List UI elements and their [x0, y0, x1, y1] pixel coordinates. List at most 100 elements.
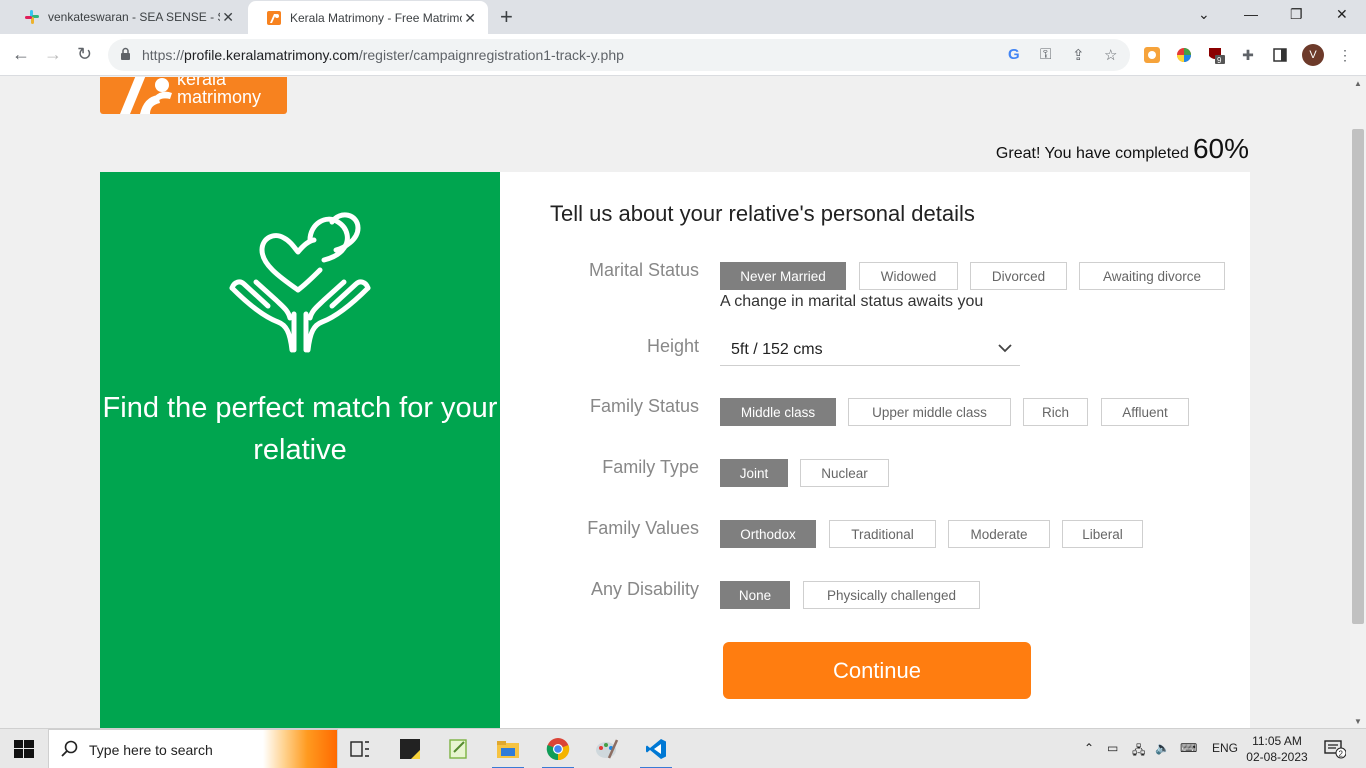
tab-kerala-matrimony[interactable]: Kerala Matrimony - Free Matrimo ✕ — [248, 1, 488, 34]
family-type-option-nuclear[interactable]: Nuclear — [800, 459, 889, 487]
search-highlight-image — [263, 730, 337, 768]
family-status-option-middle-class[interactable]: Middle class — [720, 398, 836, 426]
browser-toolbar: ← → ↻ https://profile.keralamatrimony.co… — [0, 34, 1366, 76]
keyboard-icon[interactable]: ⌨ — [1180, 741, 1197, 755]
tab-slack[interactable]: venkateswaran - SEA SENSE - Sla ✕ — [6, 0, 246, 34]
disability-option-physically-challenged[interactable]: Physically challenged — [803, 581, 980, 609]
restore-icon[interactable]: ❐ — [1290, 6, 1303, 23]
disability-label: Any Disability — [590, 579, 699, 599]
kerala-matrimony-logo[interactable]: kerala matrimony — [100, 77, 287, 114]
continue-button[interactable]: Continue — [723, 642, 1031, 699]
scrollbar-thumb[interactable] — [1352, 129, 1364, 624]
forward-icon[interactable]: → — [44, 44, 62, 65]
taskbar-search-box[interactable]: Type here to search — [48, 729, 338, 768]
marital-status-label: Marital Status — [588, 260, 699, 280]
extension-orange-icon[interactable] — [1143, 46, 1161, 64]
height-value: 5ft / 152 cms — [731, 341, 823, 358]
logo-line-2: matrimony — [177, 87, 262, 107]
family-values-option-moderate[interactable]: Moderate — [948, 520, 1050, 548]
extension-color-wheel-icon[interactable] — [1175, 46, 1193, 64]
family-values-option-orthodox[interactable]: Orthodox — [720, 520, 816, 548]
task-view-icon[interactable] — [338, 729, 382, 768]
scroll-down-arrow-icon[interactable]: ▼ — [1354, 717, 1362, 726]
profile-avatar[interactable]: V — [1302, 44, 1324, 66]
marital-option-widowed[interactable]: Widowed — [859, 262, 958, 290]
family-status-label: Family Status — [589, 396, 699, 416]
tray-overflow-chevron-icon[interactable]: ⌃ — [1084, 741, 1094, 755]
key-icon[interactable]: ⚿ — [1040, 46, 1051, 63]
language-indicator[interactable]: ENG — [1212, 741, 1238, 755]
family-status-option-affluent[interactable]: Affluent — [1101, 398, 1189, 426]
family-values-option-traditional[interactable]: Traditional — [829, 520, 936, 548]
logo-mark-icon — [120, 77, 172, 114]
family-status-option-rich[interactable]: Rich — [1023, 398, 1088, 426]
family-type-option-joint[interactable]: Joint — [720, 459, 788, 487]
page-viewport: kerala matrimony Great! You have complet… — [0, 77, 1350, 728]
lock-icon[interactable] — [120, 47, 131, 66]
battery-icon[interactable]: ▭ — [1107, 741, 1118, 755]
back-icon[interactable]: ← — [12, 44, 30, 65]
scroll-up-arrow-icon[interactable]: ▲ — [1354, 79, 1362, 88]
google-translate-icon[interactable]: G — [1008, 46, 1020, 63]
height-select[interactable]: 5ft / 152 cms — [720, 336, 1020, 366]
family-status-option-upper-middle-class[interactable]: Upper middle class — [848, 398, 1011, 426]
taskbar-clock[interactable]: 11:05 AM 02-08-2023 — [1246, 733, 1308, 765]
chevron-down-icon — [998, 344, 1012, 353]
browser-tab-strip: venkateswaran - SEA SENSE - Sla ✕ Kerala… — [0, 0, 1366, 34]
marital-option-awaiting-divorce[interactable]: Awaiting divorce — [1079, 262, 1225, 290]
windows-taskbar: Type here to search ⌃ ▭ 🖧 🔈 ⌨ ENG 11:05 … — [0, 728, 1366, 768]
disability-option-none[interactable]: None — [720, 581, 790, 609]
chrome-menu-icon[interactable]: ⋮ — [1336, 46, 1354, 64]
progress-text: Great! You have completed — [995, 145, 1189, 162]
search-placeholder: Type here to search — [89, 742, 213, 758]
family-values-label: Family Values — [587, 518, 699, 538]
close-window-icon[interactable]: ✕ — [1336, 6, 1348, 23]
extensions-puzzle-icon[interactable]: ✚ — [1239, 46, 1257, 64]
url-scheme: https:// — [142, 47, 185, 63]
progress-indicator: Great! You have completed 60% — [996, 133, 1249, 165]
url-path: /register/campaignregistration1-track-y.… — [358, 47, 624, 63]
url-host: profile.keralamatrimony.com — [184, 47, 359, 63]
notepad-plus-icon[interactable] — [437, 729, 481, 768]
minimize-icon[interactable]: — — [1244, 6, 1258, 22]
kerala-matrimony-icon — [266, 10, 282, 26]
ublock-icon[interactable]: 9 — [1207, 46, 1225, 64]
close-tab-icon[interactable]: ✕ — [464, 10, 476, 27]
height-label: Height — [646, 336, 699, 356]
tab-search-chevron-icon[interactable]: ⌄ — [1198, 6, 1210, 23]
svg-text:2: 2 — [1339, 750, 1344, 759]
marital-status-note: A change in marital status awaits you — [720, 293, 984, 310]
family-values-option-liberal[interactable]: Liberal — [1062, 520, 1143, 548]
slack-icon — [24, 9, 40, 25]
vscode-icon[interactable] — [634, 729, 678, 768]
progress-percent: 60% — [1192, 133, 1249, 164]
svg-text:9: 9 — [1217, 56, 1222, 64]
page-scrollbar[interactable]: ▲ ▼ — [1350, 77, 1366, 728]
address-bar[interactable]: https://profile.keralamatrimony.com/regi… — [108, 39, 1130, 71]
network-icon[interactable]: 🖧 — [1132, 741, 1145, 762]
promo-panel: Find the perfect match for your relative — [100, 172, 500, 728]
url-text: https://profile.keralamatrimony.com/regi… — [142, 47, 624, 63]
windows-start-icon[interactable] — [14, 740, 34, 763]
chrome-taskbar-icon[interactable] — [536, 729, 580, 768]
clock-time: 11:05 AM — [1252, 734, 1302, 748]
bookmark-star-icon[interactable]: ☆ — [1104, 46, 1117, 64]
promo-tagline: Find the perfect match for your relative — [102, 392, 498, 466]
file-explorer-icon[interactable] — [486, 729, 530, 768]
volume-icon[interactable]: 🔈 — [1155, 741, 1170, 755]
paint-icon[interactable] — [585, 729, 629, 768]
form-heading: Tell us about your relative's personal d… — [550, 201, 975, 226]
sticky-notes-icon[interactable] — [388, 729, 432, 768]
personal-details-form: Tell us about your relative's personal d… — [500, 172, 1250, 728]
marital-option-never-married[interactable]: Never Married — [720, 262, 846, 290]
tab-title: venkateswaran - SEA SENSE - Sla — [48, 10, 220, 24]
new-tab-icon[interactable]: + — [500, 4, 513, 30]
hands-holding-hearts-icon — [229, 212, 371, 353]
side-panel-icon[interactable] — [1271, 46, 1289, 64]
notifications-icon[interactable]: 2 — [1324, 739, 1347, 762]
close-tab-icon[interactable]: ✕ — [222, 9, 234, 26]
reload-icon[interactable]: ↻ — [77, 44, 92, 65]
share-icon[interactable]: ⇪ — [1072, 46, 1085, 64]
marital-option-divorced[interactable]: Divorced — [970, 262, 1067, 290]
search-icon — [61, 740, 79, 763]
